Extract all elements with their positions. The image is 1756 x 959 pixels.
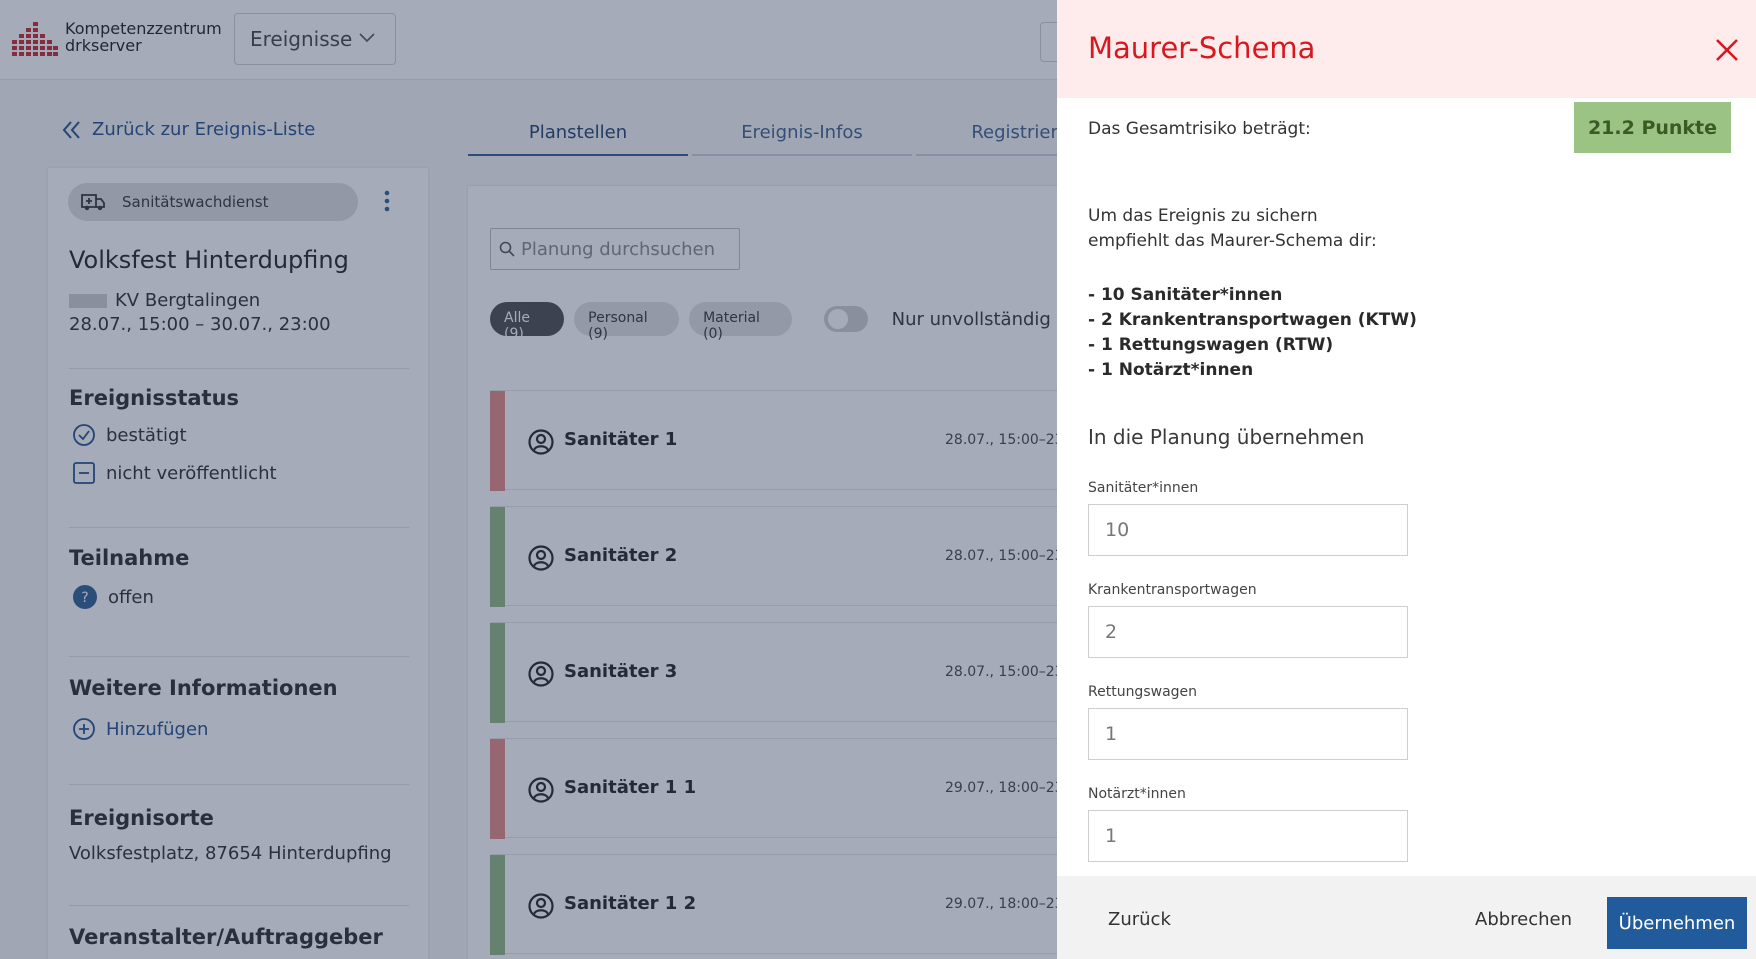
cancel-button[interactable]: Abbrechen bbox=[1475, 909, 1572, 930]
recommendation-intro-line-2: empfiehlt das Maurer-Schema dir: bbox=[1088, 231, 1377, 251]
total-risk-badge: 21.2 Punkte bbox=[1574, 102, 1731, 153]
total-risk-label: Das Gesamtrisiko beträgt: bbox=[1088, 119, 1311, 139]
drawer-header: Maurer-Schema bbox=[1057, 0, 1756, 98]
maurer-schema-drawer: Maurer-Schema Das Gesamtrisiko beträgt: … bbox=[1057, 0, 1756, 959]
recommendation-item: - 1 Rettungswagen (RTW) bbox=[1088, 335, 1334, 355]
recommendation-item: - 10 Sanitäter*innen bbox=[1088, 285, 1283, 305]
emergency-doctor-field-label: Notärzt*innen bbox=[1088, 786, 1186, 802]
ktw-input[interactable] bbox=[1088, 606, 1408, 658]
apply-to-planning-title: In die Planung übernehmen bbox=[1088, 425, 1365, 449]
recommendation-list: - 10 Sanitäter*innen - 2 Krankentranspor… bbox=[1088, 283, 1417, 383]
recommendation-item: - 1 Notärzt*innen bbox=[1088, 360, 1254, 380]
recommendation-item: - 2 Krankentransportwagen (KTW) bbox=[1088, 310, 1417, 330]
close-icon[interactable] bbox=[1715, 38, 1739, 62]
apply-button[interactable]: Übernehmen bbox=[1607, 897, 1747, 949]
rtw-field-label: Rettungswagen bbox=[1088, 684, 1198, 700]
back-button[interactable]: Zurück bbox=[1108, 909, 1171, 930]
drawer-title: Maurer-Schema bbox=[1088, 31, 1316, 65]
rtw-input[interactable] bbox=[1088, 708, 1408, 760]
paramedics-input[interactable] bbox=[1088, 504, 1408, 556]
recommendation-intro: Um das Ereignis zu sichern empfiehlt das… bbox=[1088, 204, 1377, 254]
ktw-field-label: Krankentransportwagen bbox=[1088, 582, 1257, 598]
recommendation-intro-line-1: Um das Ereignis zu sichern bbox=[1088, 206, 1318, 226]
emergency-doctor-input[interactable] bbox=[1088, 810, 1408, 862]
paramedics-field-label: Sanitäter*innen bbox=[1088, 480, 1199, 496]
